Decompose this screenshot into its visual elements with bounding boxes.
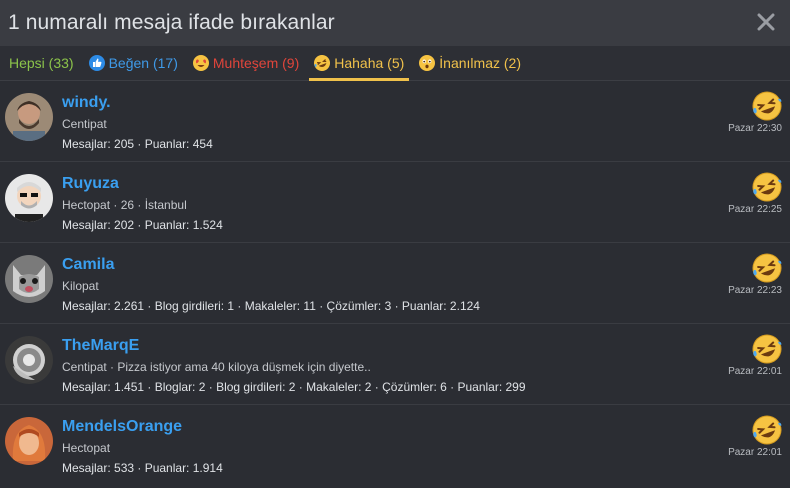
- user-title: Centipat · Pizza istiyor ama 40 kiloya d…: [62, 360, 371, 374]
- reaction-time: Pazar 22:23: [728, 285, 782, 296]
- reaction-time: Pazar 22:01: [728, 366, 782, 377]
- user-title: Hectopat: [62, 441, 111, 455]
- avatar[interactable]: [5, 174, 53, 222]
- list-item: windy. Centipat Mesajlar: 205 · Puanlar:…: [0, 81, 790, 162]
- reaction-tabs: Hepsi (33) Beğen (17) Muhteşem (9) Hahah…: [0, 46, 790, 81]
- tab-haha[interactable]: Hahaha (5): [309, 46, 410, 81]
- list-item: Camila Kilopat Mesajlar: 2.261 · Blog gi…: [0, 243, 790, 324]
- tab-all[interactable]: Hepsi (33): [4, 46, 79, 80]
- reaction-time: Pazar 22:30: [728, 123, 782, 134]
- heart-eyes-icon: [192, 55, 209, 71]
- user-info: Ruyuza Hectopat · 26 · İstanbul Mesajlar…: [62, 174, 223, 242]
- user-stats: Mesajlar: 2.261 · Blog girdileri: 1 · Ma…: [62, 299, 480, 313]
- list-item: TheMarqE Centipat · Pizza istiyor ama 40…: [0, 324, 790, 405]
- tab-like[interactable]: Beğen (17): [84, 46, 183, 80]
- tab-wow[interactable]: İnanılmaz (2): [414, 46, 526, 80]
- reaction-time: Pazar 22:25: [728, 204, 782, 215]
- reaction-meta: Pazar 22:01: [728, 334, 782, 377]
- tab-like-label: Beğen (17): [108, 55, 178, 71]
- avatar[interactable]: [5, 93, 53, 141]
- laughing-icon: [752, 415, 782, 445]
- avatar[interactable]: [5, 417, 53, 465]
- username-link[interactable]: windy.: [62, 93, 213, 113]
- tab-all-label: Hepsi (33): [9, 55, 74, 71]
- user-info: windy. Centipat Mesajlar: 205 · Puanlar:…: [62, 93, 213, 161]
- reaction-meta: Pazar 22:01: [728, 415, 782, 458]
- avatar[interactable]: [5, 336, 53, 384]
- reaction-meta: Pazar 22:25: [728, 172, 782, 215]
- list-item: MendelsOrange Hectopat Mesajlar: 533 · P…: [0, 405, 790, 486]
- laughing-icon: [752, 253, 782, 283]
- laughing-icon: [752, 172, 782, 202]
- user-stats: Mesajlar: 205 · Puanlar: 454: [62, 137, 213, 151]
- list-item: Ruyuza Hectopat · 26 · İstanbul Mesajlar…: [0, 162, 790, 243]
- tab-haha-label: Hahaha (5): [334, 55, 405, 71]
- username-link[interactable]: MendelsOrange: [62, 417, 223, 437]
- reaction-meta: Pazar 22:23: [728, 253, 782, 296]
- reactions-list: windy. Centipat Mesajlar: 205 · Puanlar:…: [0, 81, 790, 486]
- tab-love[interactable]: Muhteşem (9): [188, 46, 304, 80]
- user-title: Kilopat: [62, 279, 99, 293]
- user-stats: Mesajlar: 202 · Puanlar: 1.524: [62, 218, 223, 232]
- avatar[interactable]: [5, 255, 53, 303]
- user-info: TheMarqE Centipat · Pizza istiyor ama 40…: [62, 336, 526, 404]
- user-title: Centipat: [62, 117, 107, 131]
- user-info: Camila Kilopat Mesajlar: 2.261 · Blog gi…: [62, 255, 480, 323]
- reaction-time: Pazar 22:01: [728, 447, 782, 458]
- username-link[interactable]: Camila: [62, 255, 480, 275]
- reaction-meta: Pazar 22:30: [728, 91, 782, 134]
- user-stats: Mesajlar: 1.451 · Bloglar: 2 · Blog gird…: [62, 380, 526, 394]
- user-info: MendelsOrange Hectopat Mesajlar: 533 · P…: [62, 417, 223, 486]
- username-link[interactable]: TheMarqE: [62, 336, 526, 356]
- dialog-header: 1 numaralı mesaja ifade bırakanlar: [0, 0, 790, 46]
- tab-wow-label: İnanılmaz (2): [439, 55, 521, 71]
- tab-love-label: Muhteşem (9): [212, 55, 300, 71]
- laughing-icon: [752, 91, 782, 121]
- like-icon: [88, 55, 105, 71]
- laughing-icon: [752, 334, 782, 364]
- wow-icon: [419, 55, 436, 71]
- close-icon[interactable]: [754, 10, 778, 34]
- username-link[interactable]: Ruyuza: [62, 174, 223, 194]
- user-stats: Mesajlar: 533 · Puanlar: 1.914: [62, 461, 223, 475]
- laughing-icon: [314, 55, 331, 71]
- user-title: Hectopat · 26 · İstanbul: [62, 198, 187, 212]
- dialog-title: 1 numaralı mesaja ifade bırakanlar: [8, 11, 335, 34]
